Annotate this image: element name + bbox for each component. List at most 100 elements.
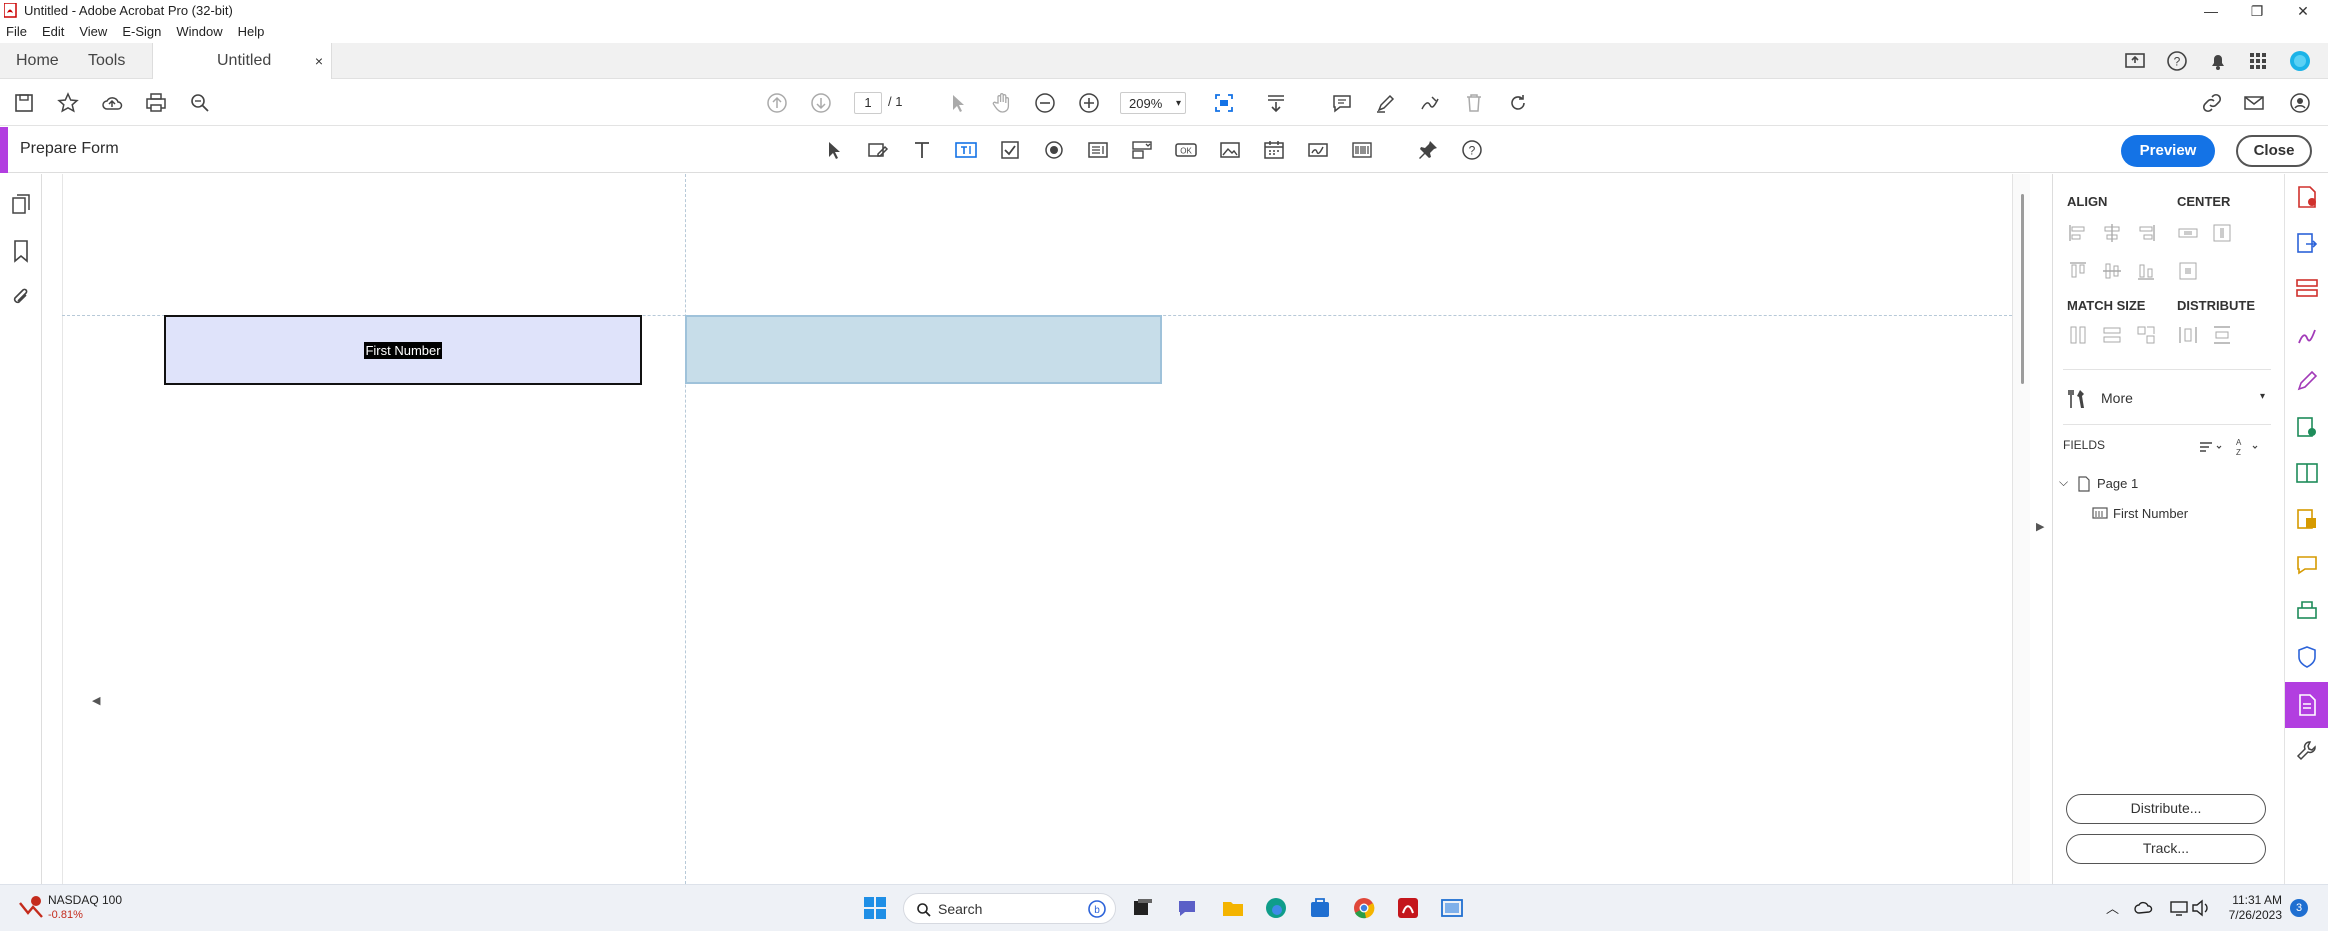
distribute-horizontally-icon[interactable] bbox=[2177, 324, 2199, 346]
tree-field-first-number[interactable]: First Number bbox=[2113, 506, 2188, 521]
match-width-icon[interactable] bbox=[2101, 324, 2123, 346]
sort-options-icon[interactable] bbox=[2197, 436, 2225, 458]
minimize-button[interactable]: — bbox=[2188, 0, 2234, 22]
edge-browser-icon[interactable] bbox=[1263, 895, 1289, 921]
text-field-tool-icon[interactable] bbox=[952, 136, 980, 164]
protect-shield-icon[interactable] bbox=[2294, 644, 2320, 670]
upload-cloud-icon[interactable] bbox=[98, 89, 126, 117]
export-pdf-icon[interactable] bbox=[2294, 230, 2320, 256]
scan-ocr-icon[interactable] bbox=[2294, 598, 2320, 624]
align-top-icon[interactable] bbox=[2067, 260, 2089, 282]
microsoft-store-icon[interactable] bbox=[1307, 895, 1333, 921]
create-pdf-icon[interactable] bbox=[2294, 184, 2320, 210]
delete-trash-icon[interactable] bbox=[1460, 89, 1488, 117]
collapse-left-panel-icon[interactable]: ◀ bbox=[92, 694, 100, 707]
email-icon[interactable] bbox=[2240, 89, 2268, 117]
comment-tool-icon[interactable] bbox=[2294, 552, 2320, 578]
file-explorer-icon[interactable] bbox=[1220, 895, 1246, 921]
find-zoom-icon[interactable] bbox=[186, 89, 214, 117]
tab-close-icon[interactable]: × bbox=[315, 43, 323, 79]
menu-view[interactable]: View bbox=[79, 22, 107, 42]
button-tool-icon[interactable]: OK bbox=[1172, 136, 1200, 164]
page-number-input[interactable]: 1 bbox=[854, 92, 882, 114]
date-field-tool-icon[interactable] bbox=[1260, 136, 1288, 164]
combine-files-icon[interactable] bbox=[2294, 506, 2320, 532]
align-vertical-center-icon[interactable] bbox=[2101, 260, 2123, 282]
scrollbar-thumb[interactable] bbox=[2021, 194, 2024, 384]
preview-button[interactable]: Preview bbox=[2121, 135, 2215, 167]
tab-home[interactable]: Home bbox=[16, 43, 59, 79]
zoom-out-icon[interactable] bbox=[1031, 89, 1059, 117]
windows-start-icon[interactable] bbox=[862, 895, 888, 921]
checkbox-tool-icon[interactable] bbox=[996, 136, 1024, 164]
user-avatar-icon[interactable] bbox=[2286, 47, 2314, 75]
align-horizontal-center-icon[interactable] bbox=[2101, 222, 2123, 244]
previous-page-icon[interactable] bbox=[763, 89, 791, 117]
organize-pages-icon[interactable] bbox=[2294, 276, 2320, 302]
zoom-level-select[interactable]: 209% ▾ bbox=[1120, 92, 1186, 114]
menu-esign[interactable]: E-Sign bbox=[122, 22, 161, 42]
vertical-scrollbar[interactable] bbox=[2012, 174, 2030, 884]
match-height-icon[interactable] bbox=[2067, 324, 2089, 346]
notifications-bell-icon[interactable] bbox=[2204, 47, 2232, 75]
dropdown-tool-icon[interactable] bbox=[1128, 136, 1156, 164]
tree-page-1[interactable]: Page 1 bbox=[2097, 476, 2138, 491]
center-vertically-icon[interactable] bbox=[2211, 222, 2233, 244]
menu-window[interactable]: Window bbox=[176, 22, 222, 42]
show-hidden-icons-chevron-icon[interactable]: ︿ bbox=[2106, 898, 2119, 917]
track-button[interactable]: Track... bbox=[2066, 834, 2266, 864]
zoom-in-icon[interactable] bbox=[1075, 89, 1103, 117]
send-for-signature-icon[interactable] bbox=[2294, 414, 2320, 440]
scroll-mode-icon[interactable] bbox=[1262, 89, 1290, 117]
distribute-button[interactable]: Distribute... bbox=[2066, 794, 2266, 824]
align-left-icon[interactable] bbox=[2067, 222, 2089, 244]
center-both-icon[interactable] bbox=[2177, 260, 2199, 282]
menu-file[interactable]: File bbox=[6, 22, 27, 42]
document-page[interactable] bbox=[62, 174, 2012, 884]
save-icon[interactable] bbox=[10, 89, 38, 117]
share-screen-icon[interactable] bbox=[2121, 47, 2149, 75]
star-icon[interactable] bbox=[54, 89, 82, 117]
tree-collapse-chevron-icon[interactable]: ⌵ bbox=[2059, 475, 2068, 490]
help-circle-icon[interactable]: ? bbox=[1458, 136, 1486, 164]
bookmarks-icon[interactable] bbox=[8, 238, 34, 264]
expand-right-panel-icon[interactable]: ▶ bbox=[2036, 520, 2044, 533]
network-display-icon[interactable] bbox=[2168, 897, 2190, 919]
fit-page-icon[interactable] bbox=[1210, 89, 1238, 117]
comment-icon[interactable] bbox=[1328, 89, 1356, 117]
task-view-icon[interactable] bbox=[1130, 895, 1156, 921]
field-drag-preview[interactable] bbox=[685, 315, 1162, 384]
hand-tool-icon[interactable] bbox=[988, 89, 1016, 117]
document-viewport[interactable]: ◀ bbox=[42, 174, 2012, 884]
chrome-browser-icon[interactable] bbox=[1351, 895, 1377, 921]
match-both-icon[interactable] bbox=[2135, 324, 2157, 346]
acrobat-taskbar-icon[interactable] bbox=[1395, 895, 1421, 921]
apps-grid-icon[interactable] bbox=[2244, 47, 2272, 75]
menu-help[interactable]: Help bbox=[238, 22, 265, 42]
signature-field-tool-icon[interactable] bbox=[1304, 136, 1332, 164]
system-clock[interactable]: 11:31 AM 7/26/2023 bbox=[2212, 893, 2282, 923]
app-window-icon[interactable] bbox=[1439, 895, 1465, 921]
taskbar-search[interactable]: Search b bbox=[903, 893, 1116, 924]
radio-button-tool-icon[interactable] bbox=[1040, 136, 1068, 164]
attachments-paperclip-icon[interactable] bbox=[8, 284, 34, 310]
volume-speaker-icon[interactable] bbox=[2190, 897, 2212, 919]
edit-pdf-icon[interactable] bbox=[2294, 368, 2320, 394]
tab-document[interactable]: Untitled × bbox=[152, 43, 332, 79]
barcode-tool-icon[interactable] bbox=[1348, 136, 1376, 164]
compare-files-icon[interactable] bbox=[2294, 460, 2320, 486]
help-icon[interactable]: ? bbox=[2163, 47, 2191, 75]
restore-button[interactable]: ❐ bbox=[2234, 0, 2280, 22]
list-box-tool-icon[interactable] bbox=[1084, 136, 1112, 164]
align-right-icon[interactable] bbox=[2135, 222, 2157, 244]
prepare-form-tool-icon[interactable] bbox=[2294, 692, 2320, 718]
close-window-button[interactable]: ✕ bbox=[2280, 0, 2326, 22]
redo-icon[interactable] bbox=[1504, 89, 1532, 117]
more-options-dropdown[interactable]: More ▾ bbox=[2065, 384, 2265, 414]
image-tool-icon[interactable] bbox=[1216, 136, 1244, 164]
align-bottom-icon[interactable] bbox=[2135, 260, 2157, 282]
tab-tools[interactable]: Tools bbox=[88, 43, 125, 79]
more-tools-wrench-icon[interactable] bbox=[2294, 738, 2320, 764]
notification-count-badge[interactable]: 3 bbox=[2290, 899, 2308, 917]
edit-form-tool-icon[interactable] bbox=[864, 136, 892, 164]
